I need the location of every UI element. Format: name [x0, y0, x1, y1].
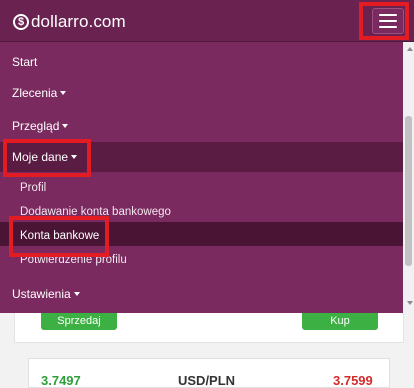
brand-name: dollarro.com: [31, 12, 126, 31]
caret-down-icon: [62, 123, 69, 128]
highlight-box-konta-bankowe: [9, 216, 109, 257]
scroll-up-arrow-icon[interactable]: [407, 47, 413, 51]
submenu-item-potwierdzenie[interactable]: Potwierdzenie profilu: [0, 254, 403, 269]
menu-item-przeglad[interactable]: Przegląd: [0, 120, 403, 134]
menu-item-zlecenia[interactable]: Zlecenia: [0, 87, 403, 101]
caret-down-icon: [73, 291, 80, 296]
caret-down-icon: [60, 90, 67, 95]
navbar: $ dollarro.com: [0, 0, 414, 42]
nav-menu: Start Zlecenia Przegląd Moje dane Profil…: [0, 42, 403, 313]
menu-item-start[interactable]: Start: [0, 56, 403, 70]
scroll-down-arrow-icon[interactable]: [407, 301, 413, 305]
highlight-box-toggler: [359, 2, 409, 40]
brand-logo[interactable]: $ dollarro.com: [13, 11, 126, 33]
sell-button[interactable]: Sprzedaj: [41, 313, 117, 330]
menu-item-ustawienia[interactable]: Ustawienia: [0, 288, 403, 302]
scrollbar-thumb[interactable]: [405, 116, 412, 266]
dollar-circle-icon: $: [13, 14, 29, 30]
buy-button[interactable]: Kup: [302, 313, 378, 330]
highlight-box-moje-dane: [3, 139, 91, 177]
submenu-item-profil[interactable]: Profil: [0, 182, 403, 197]
